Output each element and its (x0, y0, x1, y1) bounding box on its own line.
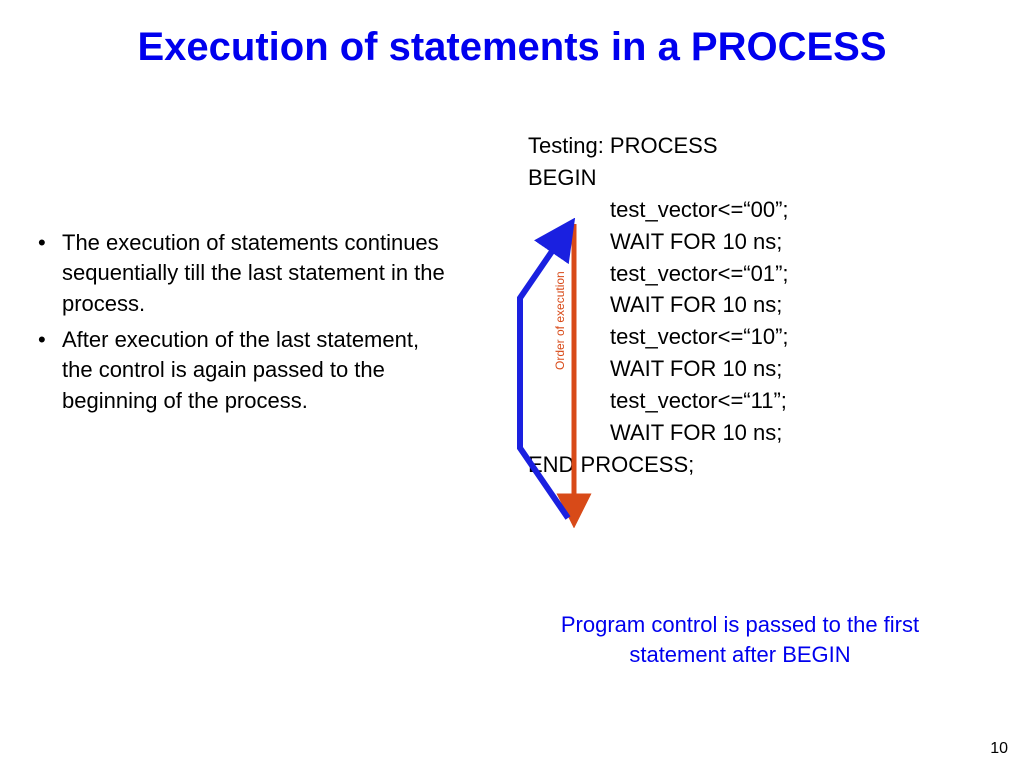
caption-text: Program control is passed to the first s… (510, 610, 970, 669)
code-line: test_vector<=“11”; (528, 385, 988, 417)
code-line: BEGIN (528, 162, 988, 194)
code-line: END PROCESS; (528, 449, 988, 481)
code-line: Testing: PROCESS (528, 130, 988, 162)
code-line: WAIT FOR 10 ns; (528, 353, 988, 385)
code-block: Testing: PROCESS BEGIN test_vector<=“00”… (528, 130, 988, 481)
slide-title: Execution of statements in a PROCESS (0, 25, 1024, 70)
code-line: WAIT FOR 10 ns; (528, 417, 988, 449)
page-number: 10 (990, 740, 1008, 758)
bullet-list: The execution of statements continues se… (28, 228, 448, 422)
code-line: test_vector<=“10”; (528, 321, 988, 353)
code-line: WAIT FOR 10 ns; (528, 289, 988, 321)
bullet-item: The execution of statements continues se… (28, 228, 448, 319)
code-line: test_vector<=“01”; (528, 258, 988, 290)
code-line: WAIT FOR 10 ns; (528, 226, 988, 258)
order-of-execution-label: Order of execution (553, 271, 567, 370)
code-line: test_vector<=“00”; (528, 194, 988, 226)
bullet-item: After execution of the last statement, t… (28, 325, 448, 416)
